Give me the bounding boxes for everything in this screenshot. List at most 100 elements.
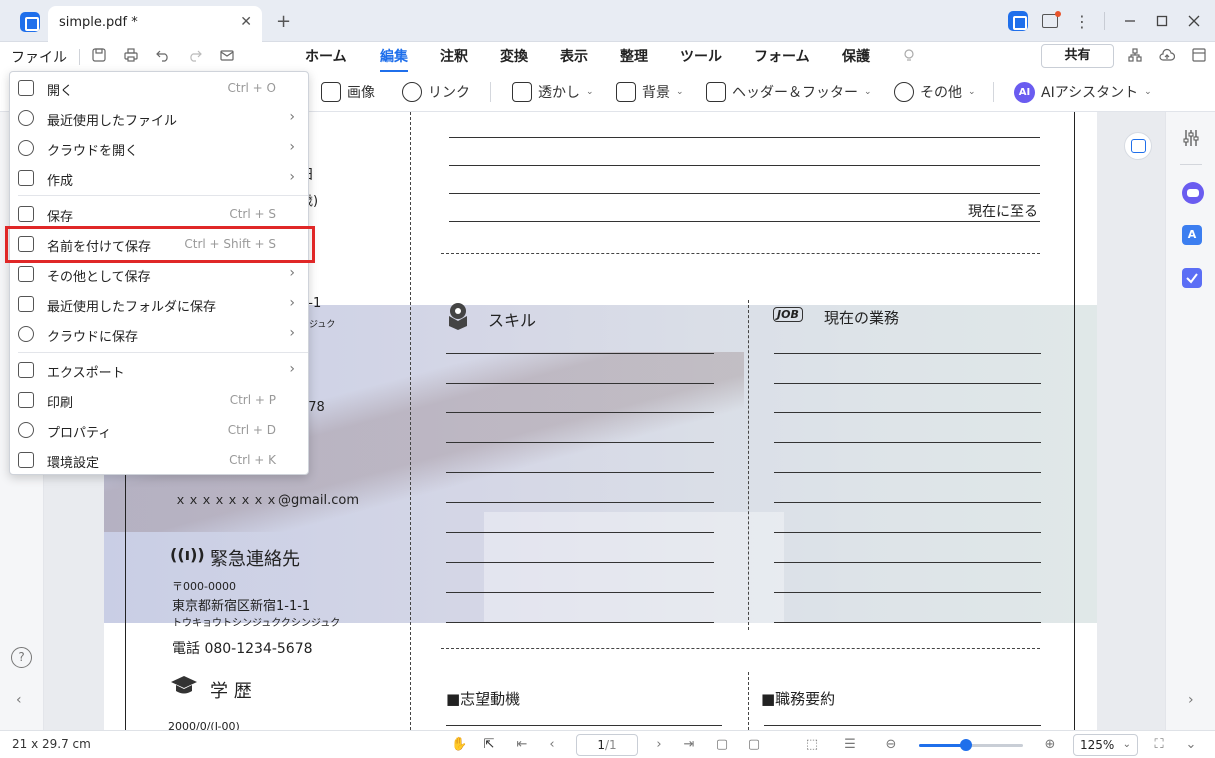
link-icon bbox=[402, 82, 422, 102]
menu-item-preferences[interactable]: 環境設定 Ctrl + K bbox=[10, 445, 308, 475]
form-line bbox=[446, 562, 714, 563]
menu-item-export[interactable]: エクスポート › bbox=[10, 355, 308, 385]
select-tool-icon[interactable]: ⇱ bbox=[481, 737, 497, 753]
panel-toggle-button[interactable] bbox=[1190, 48, 1208, 66]
app-logo-icon[interactable] bbox=[20, 12, 40, 32]
menu-item-create[interactable]: 作成 › bbox=[10, 163, 308, 193]
add-link-button[interactable]: リンク bbox=[402, 80, 470, 104]
form-line bbox=[446, 592, 714, 593]
more-label: その他 bbox=[920, 85, 962, 101]
expand-right-icon[interactable]: › bbox=[1188, 692, 1194, 708]
tab-convert[interactable]: 変換 bbox=[500, 46, 528, 66]
next-page-icon[interactable]: › bbox=[651, 737, 667, 753]
email-button[interactable] bbox=[218, 48, 236, 66]
menu-item-save-as-other[interactable]: その他として保存 › bbox=[10, 259, 308, 289]
menu-item-properties[interactable]: プロパティ Ctrl + D bbox=[10, 415, 308, 445]
menu-item-print[interactable]: 印刷 Ctrl + P bbox=[10, 385, 308, 415]
more-button[interactable]: その他 ⌄ bbox=[894, 80, 976, 104]
more-vertical-icon[interactable]: ⋮ bbox=[1070, 10, 1094, 32]
redo-button[interactable] bbox=[186, 48, 204, 66]
file-menu-button[interactable]: ファイル bbox=[11, 47, 67, 67]
watermark-label: 透かし bbox=[538, 85, 580, 101]
zoom-in-icon[interactable]: ⊕ bbox=[1042, 737, 1058, 753]
tab-protect[interactable]: 保護 bbox=[842, 46, 870, 66]
close-window-button[interactable] bbox=[1182, 10, 1206, 32]
form-line bbox=[774, 383, 1041, 384]
hand-tool-icon[interactable]: ✋ bbox=[451, 737, 467, 753]
header-footer-button[interactable]: ヘッダー＆フッター ⌄ bbox=[706, 80, 872, 104]
form-line bbox=[449, 137, 1040, 138]
print-quick-button[interactable] bbox=[122, 48, 140, 66]
menu-item-label: 作成 bbox=[47, 174, 74, 189]
tab-form[interactable]: フォーム bbox=[754, 46, 810, 66]
signal-icon: ((ı)) bbox=[170, 545, 205, 564]
share-button[interactable]: 共有 bbox=[1041, 44, 1114, 68]
zoom-out-icon[interactable]: ⊖ bbox=[883, 737, 899, 753]
help-icon[interactable]: ? bbox=[11, 647, 32, 668]
tab-tools[interactable]: ツール bbox=[680, 46, 722, 66]
add-image-button[interactable]: 画像 bbox=[321, 80, 375, 104]
fit-page-icon[interactable]: ▢ bbox=[714, 737, 730, 753]
page-number-box[interactable]: 1/1 bbox=[576, 734, 638, 756]
selection-mode-icon[interactable]: ⬚ bbox=[804, 737, 820, 753]
save-quick-button[interactable] bbox=[90, 48, 108, 66]
notification-button[interactable] bbox=[1038, 10, 1062, 32]
menu-item-open-cloud[interactable]: クラウドを開く › bbox=[10, 133, 308, 163]
chevron-right-icon: › bbox=[289, 139, 295, 155]
display-options-icon[interactable]: ⌄ bbox=[1183, 737, 1199, 753]
task-check-icon[interactable] bbox=[1182, 268, 1202, 288]
email-text: ｘｘｘｘｘｘｘｘ@gmail.com bbox=[174, 493, 360, 508]
translate-icon[interactable]: A bbox=[1182, 225, 1202, 245]
connect-button[interactable] bbox=[1126, 48, 1144, 66]
form-line bbox=[774, 532, 1041, 533]
tab-home[interactable]: ホーム bbox=[305, 46, 347, 66]
previous-page-icon[interactable]: ‹ bbox=[544, 737, 560, 753]
minimize-button[interactable] bbox=[1118, 10, 1142, 32]
fit-width-icon[interactable]: ▢ bbox=[746, 737, 762, 753]
last-page-icon[interactable]: ⇥ bbox=[681, 737, 697, 753]
ai-robot-icon[interactable] bbox=[1182, 182, 1204, 204]
chevron-right-icon: › bbox=[289, 169, 295, 185]
maximize-button[interactable] bbox=[1150, 10, 1174, 32]
first-page-icon[interactable]: ⇤ bbox=[514, 737, 530, 753]
tab-organize[interactable]: 整理 bbox=[620, 46, 648, 66]
doc-translate-button[interactable] bbox=[1124, 132, 1152, 160]
zoom-level-select[interactable]: 125% ⌄ bbox=[1073, 734, 1138, 756]
menu-item-save[interactable]: 保存 Ctrl + S bbox=[10, 199, 308, 229]
tab-edit[interactable]: 編集 bbox=[380, 46, 408, 72]
menu-item-save-recent-folder[interactable]: 最近使用したフォルダに保存 › bbox=[10, 289, 308, 319]
tips-button[interactable] bbox=[900, 48, 918, 66]
zoom-slider[interactable] bbox=[919, 739, 1023, 751]
form-line bbox=[774, 442, 1041, 443]
save-as-highlight-box bbox=[5, 226, 315, 263]
watermark-button[interactable]: 透かし ⌄ bbox=[512, 80, 594, 104]
ai-assistant-button[interactable]: AI AIアシスタント ⌄ bbox=[1014, 80, 1152, 104]
undo-button[interactable] bbox=[154, 48, 172, 66]
motivation-heading: ■志望動機 bbox=[446, 690, 521, 708]
collapse-left-icon[interactable]: ‹ bbox=[16, 692, 22, 708]
maximize-icon bbox=[1156, 15, 1168, 27]
new-tab-button[interactable]: + bbox=[276, 11, 291, 32]
ai-assistant-label: AIアシスタント bbox=[1041, 85, 1139, 101]
column-divider bbox=[748, 300, 749, 630]
menu-item-recent-files[interactable]: 最近使用したファイル › bbox=[10, 103, 308, 133]
form-line bbox=[449, 221, 1040, 222]
close-tab-icon[interactable]: ✕ bbox=[240, 14, 252, 30]
tab-view[interactable]: 表示 bbox=[560, 46, 588, 66]
menu-item-save-cloud[interactable]: クラウドに保存 › bbox=[10, 319, 308, 349]
form-line bbox=[446, 383, 714, 384]
background-button[interactable]: 背景 ⌄ bbox=[616, 80, 684, 104]
tab-annotate[interactable]: 注釈 bbox=[440, 46, 468, 66]
account-button[interactable] bbox=[1006, 10, 1030, 32]
until-now-text: 現在に至る bbox=[968, 204, 1038, 220]
page-layout-icon[interactable]: ☰ bbox=[842, 737, 858, 753]
close-icon bbox=[1188, 15, 1200, 27]
fullscreen-icon[interactable]: ⛶ bbox=[1151, 737, 1167, 753]
properties-icon bbox=[18, 422, 34, 438]
zoom-slider-handle[interactable] bbox=[959, 739, 972, 751]
menu-item-open[interactable]: 開く Ctrl + O bbox=[10, 73, 308, 103]
upload-button[interactable] bbox=[1158, 48, 1176, 66]
skills-icon bbox=[446, 302, 470, 330]
settings-sliders-icon[interactable] bbox=[1182, 129, 1200, 147]
document-tab[interactable]: simple.pdf * ✕ bbox=[48, 6, 262, 42]
